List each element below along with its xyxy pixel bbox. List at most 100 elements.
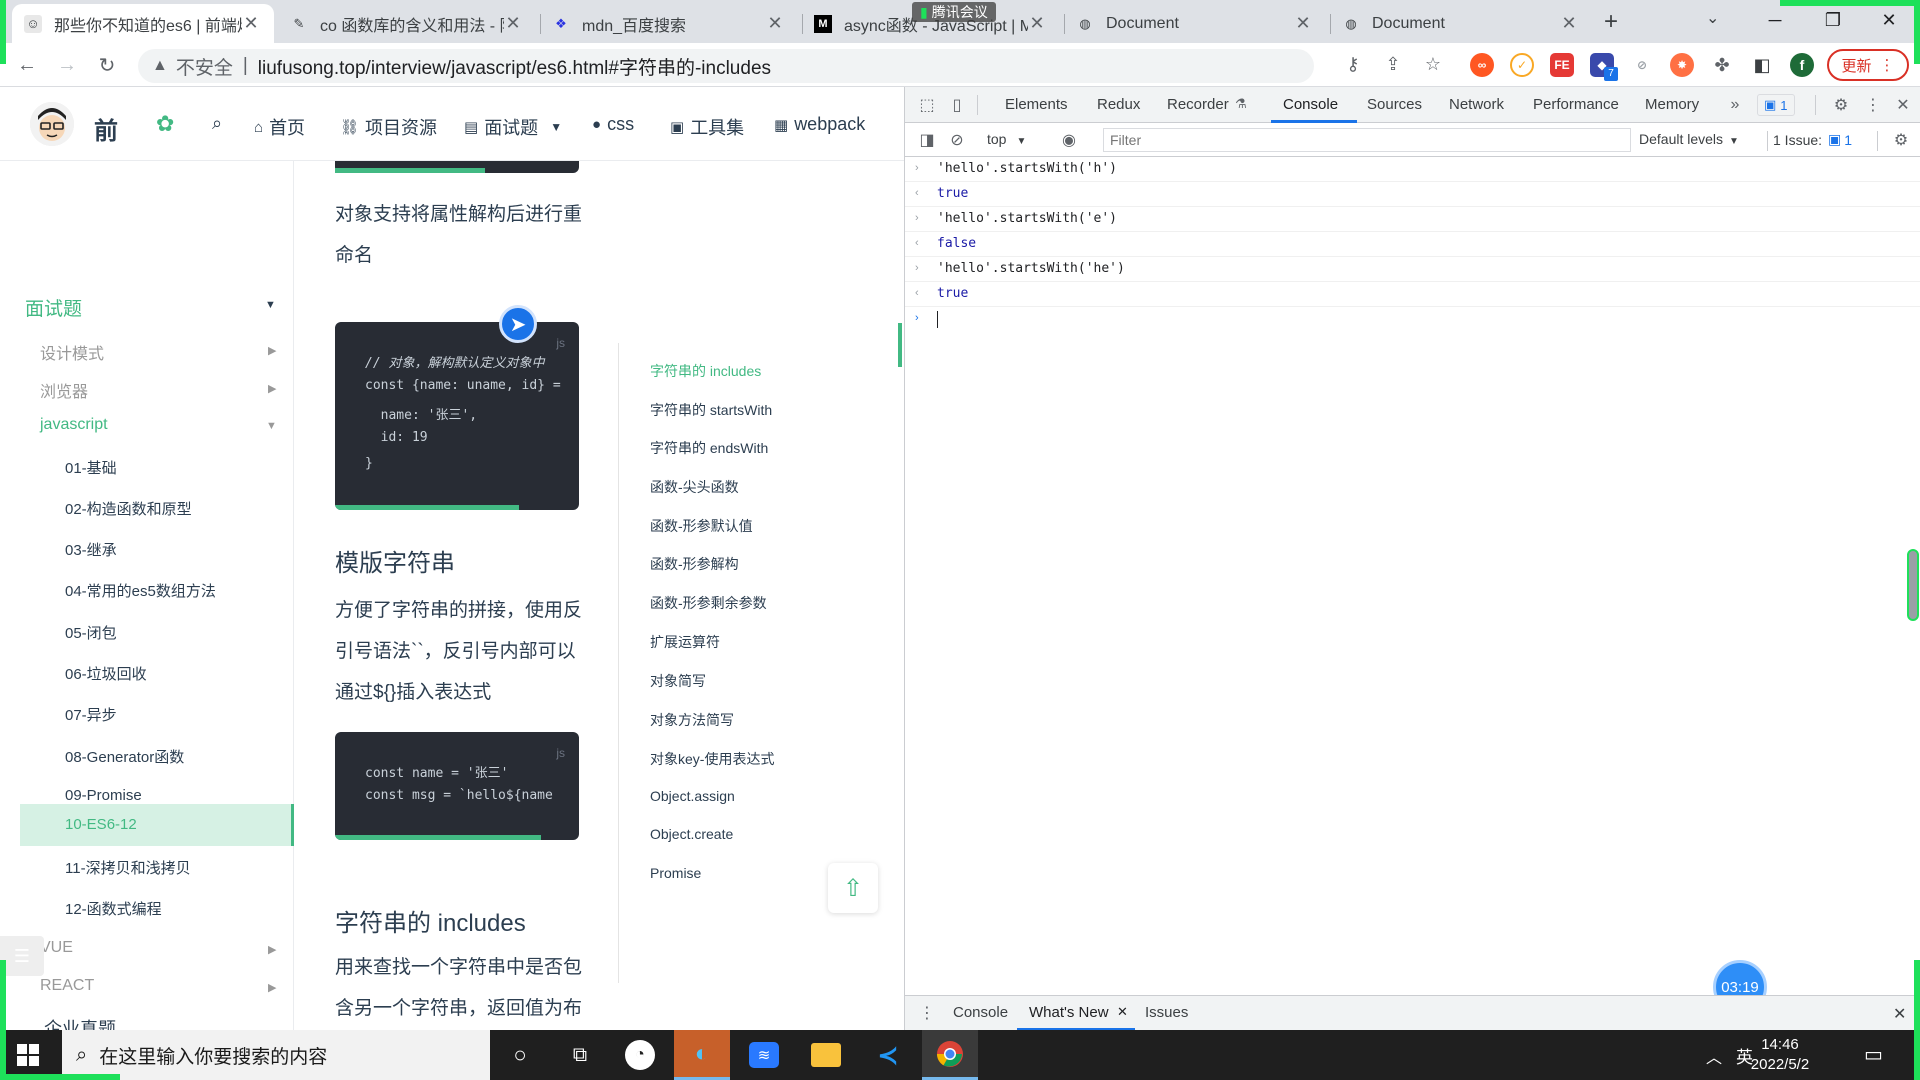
close-icon[interactable]: ✕ [1294, 13, 1312, 34]
sidebar-section-design-patterns[interactable]: 设计模式 [40, 340, 104, 364]
issues-counter[interactable]: 1 Issue: ▣ 1 [1773, 131, 1852, 148]
nav-home[interactable]: ⌂ 首页 [254, 114, 305, 140]
windows-start-icon[interactable] [0, 1030, 56, 1080]
extension-orange-icon[interactable]: ✸ [1670, 53, 1694, 77]
toc-item-object-create[interactable]: Object.create [650, 826, 733, 842]
sidebar-toggle-icon[interactable]: ◨ [915, 128, 939, 152]
devtools-tab-network[interactable]: Network [1449, 96, 1504, 113]
more-vert-icon[interactable]: ⋮ [1861, 93, 1885, 117]
toc-item-computed-key[interactable]: 对象key-使用表达式 [650, 749, 774, 769]
sidebar-item-closure[interactable]: 05-闭包 [65, 622, 117, 643]
new-tab-plus-icon[interactable]: + [1596, 8, 1626, 38]
console-prompt[interactable]: › [905, 307, 1920, 332]
extension-fe-icon[interactable]: FE [1550, 53, 1574, 77]
context-selector[interactable]: top ▼ [987, 131, 1026, 147]
toc-item-object-assign[interactable]: Object.assign [650, 788, 735, 804]
tab-es6-article[interactable]: ☺ 那些你不知道的es6 | 前端炸 ✕ [12, 4, 274, 43]
extensions-puzzle-icon[interactable]: ✤ [1710, 53, 1734, 77]
cortana-circle-icon[interactable]: ○ [492, 1030, 548, 1080]
tab-co-library[interactable]: ✎ co 函数库的含义和用法 - 阮 ✕ [278, 4, 536, 43]
close-icon[interactable]: ✕ [242, 13, 260, 34]
close-icon[interactable]: ✕ [1560, 13, 1578, 34]
close-icon[interactable]: ✕ [504, 13, 522, 34]
sidebar-item-generator[interactable]: 08-Generator函数 [65, 746, 184, 767]
sidebar-item-es6-12[interactable]: 10-ES6-12 [65, 816, 137, 833]
close-icon[interactable]: ✕ [1028, 13, 1046, 34]
sidebar-item-functional[interactable]: 12-函数式编程 [65, 898, 162, 919]
back-to-top-rocket-icon[interactable]: ⇧ [828, 863, 878, 913]
sidebar-item-deep-copy[interactable]: 11-深拷贝和浅拷贝 [65, 857, 191, 878]
devtools-tab-memory[interactable]: Memory [1645, 96, 1699, 113]
device-toolbar-icon[interactable]: ▯ [945, 93, 969, 117]
taskbar-app-explorer[interactable] [798, 1030, 854, 1080]
devtools-tab-console[interactable]: Console [1283, 96, 1338, 113]
sidebar-item-async[interactable]: 07-异步 [65, 704, 117, 725]
taskbar-app-clock[interactable]: ◔ [612, 1030, 668, 1080]
sidebar-section-javascript[interactable]: javascript [40, 416, 108, 434]
inspect-element-icon[interactable]: ⬚ [915, 93, 939, 117]
window-close-icon[interactable]: ✕ [1866, 0, 1912, 40]
devtools-tab-sources[interactable]: Sources [1367, 96, 1422, 113]
taskbar-search-box[interactable]: ⌕ 在这里输入你要搜索的内容 [62, 1030, 490, 1080]
sidebar-item-promise[interactable]: 09-Promise [65, 787, 142, 804]
console-settings-gear-icon[interactable]: ⚙ [1889, 128, 1913, 152]
side-panel-icon[interactable]: ◧ [1750, 53, 1774, 77]
toc-item-rest-param[interactable]: 函数-形参剩余参数 [650, 593, 767, 613]
sidebar-item-basics[interactable]: 01-基础 [65, 457, 117, 478]
issues-badge-button[interactable]: ▣ 1 [1757, 94, 1795, 116]
forward-arrow-icon[interactable]: → [52, 50, 82, 80]
live-expression-eye-icon[interactable]: ◉ [1057, 128, 1081, 152]
tab-mdn-baidu[interactable]: ❖ mdn_百度搜索 ✕ [540, 4, 798, 43]
scrollbar-thumb[interactable] [1907, 549, 1919, 621]
share-icon[interactable]: ⇪ [1380, 51, 1406, 77]
key-icon[interactable]: ⚷ [1340, 51, 1366, 77]
taskbar-app-meeting[interactable]: ≋ [736, 1030, 792, 1080]
sidebar-section-browser[interactable]: 浏览器 [40, 378, 88, 402]
site-logo-text[interactable]: 前 [94, 111, 118, 146]
devtools-tab-performance[interactable]: Performance [1533, 96, 1619, 113]
tray-chevron-up-icon[interactable]: ︿ [1706, 1044, 1722, 1068]
close-icon[interactable]: ✕ [1117, 1004, 1128, 1020]
floating-send-icon[interactable]: ➤ [499, 305, 537, 343]
close-devtools-icon[interactable]: ✕ [1891, 93, 1915, 117]
sidebar-toggle-menu-icon[interactable]: ☰ [0, 936, 44, 976]
sidebar-item-gc[interactable]: 06-垃圾回收 [65, 663, 147, 684]
search-icon[interactable]: ⌕ [212, 113, 222, 134]
extension-infinity-icon[interactable]: ∞ [1470, 53, 1494, 77]
toc-item-param-destructure[interactable]: 函数-形参解构 [650, 554, 739, 574]
nav-interview[interactable]: ▤ 面试题 ▼ [464, 114, 562, 140]
toc-item-promise[interactable]: Promise [650, 865, 701, 881]
task-view-icon[interactable]: ⧉ [552, 1030, 608, 1080]
palette-icon[interactable]: ✿ [156, 111, 174, 137]
taskbar-clock[interactable]: 14:46 2022/5/2 [1740, 1035, 1820, 1075]
toc-item-method-shorthand[interactable]: 对象方法简写 [650, 710, 734, 730]
bookmark-star-icon[interactable]: ☆ [1420, 51, 1446, 77]
nav-tools[interactable]: ▣ 工具集 [670, 114, 744, 140]
devtools-tab-elements[interactable]: Elements [1005, 96, 1068, 113]
back-arrow-icon[interactable]: ← [12, 50, 42, 80]
toc-item-arrow-fn[interactable]: 函数-尖头函数 [650, 477, 739, 497]
close-icon[interactable]: ✕ [766, 13, 784, 34]
sidebar-link-enterprise[interactable]: 企业真题 [44, 1015, 116, 1030]
code-scrollbar[interactable] [335, 835, 541, 840]
sidebar-section-react[interactable]: REACT [40, 977, 94, 995]
taskbar-app-qq-browser[interactable]: ◐ [674, 1030, 730, 1080]
notification-center-icon[interactable]: ▭ [1864, 1042, 1883, 1067]
nav-webpack[interactable]: ▦ webpack [774, 114, 865, 135]
site-logo-avatar[interactable] [30, 102, 74, 146]
drawer-tab-whats-new[interactable]: What's New [1029, 1004, 1109, 1021]
devtools-tab-recorder[interactable]: Recorder [1167, 96, 1229, 113]
tab-search-chevron-icon[interactable]: ⌄ [1706, 8, 1719, 28]
taskbar-app-vscode[interactable]: ≺ [860, 1030, 916, 1080]
drawer-tab-console[interactable]: Console [953, 1004, 1008, 1021]
profile-avatar[interactable]: f [1790, 53, 1814, 77]
settings-gear-icon[interactable]: ⚙ [1829, 93, 1853, 117]
toc-item-spread[interactable]: 扩展运算符 [650, 632, 720, 652]
nav-project-resources[interactable]: ⛓ 项目资源 [340, 114, 437, 140]
code-scrollbar[interactable] [335, 505, 519, 510]
clear-console-icon[interactable]: ⊘ [945, 128, 969, 152]
more-tabs-chevron-icon[interactable]: » [1723, 93, 1747, 117]
drawer-menu-icon[interactable]: ⋮ [919, 1003, 935, 1023]
update-button[interactable]: 更新 ⋮ [1827, 49, 1909, 81]
drawer-tab-issues[interactable]: Issues [1145, 1004, 1188, 1021]
